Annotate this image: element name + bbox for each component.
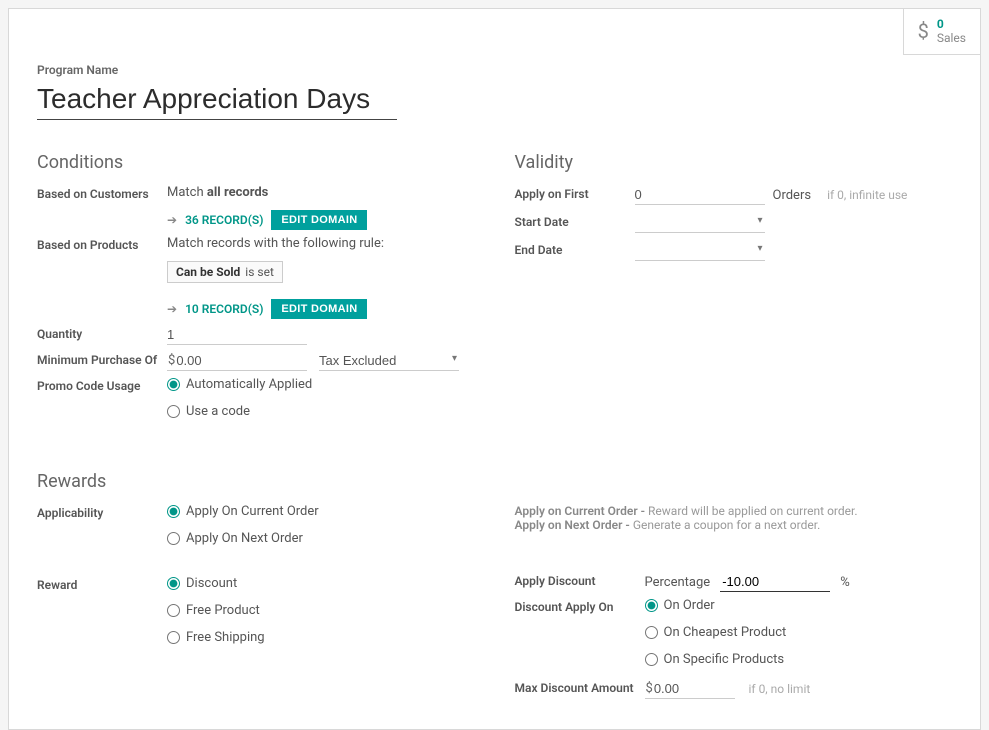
currency-prefix-max: $ bbox=[645, 679, 654, 698]
promo-code-label: Promo Code Usage bbox=[37, 377, 167, 393]
edit-domain-customers-button[interactable]: EDIT DOMAIN bbox=[271, 210, 367, 230]
on-order-label[interactable]: On Order bbox=[664, 598, 715, 613]
on-cheapest-label[interactable]: On Cheapest Product bbox=[664, 625, 787, 640]
promo-code-option-label[interactable]: Use a code bbox=[186, 404, 250, 419]
promo-code-radio[interactable] bbox=[167, 405, 180, 418]
max-disc-label: Max Discount Amount bbox=[515, 679, 645, 695]
form-sheet: $ 0 Sales Program Name Conditions Based … bbox=[8, 8, 981, 730]
currency-prefix: $ bbox=[167, 351, 176, 370]
arrow-right-icon: ➔ bbox=[167, 302, 177, 316]
apply-first-hint: if 0, infinite use bbox=[827, 188, 907, 202]
disc-apply-on-label: Discount Apply On bbox=[515, 598, 645, 614]
hint-next: Apply on Next Order - Generate a coupon … bbox=[515, 518, 953, 532]
apply-next-label[interactable]: Apply On Next Order bbox=[186, 531, 303, 546]
products-records-link[interactable]: 10 RECORD(S) bbox=[185, 302, 263, 316]
validity-header: Validity bbox=[515, 152, 953, 173]
quantity-input[interactable] bbox=[167, 325, 307, 345]
min-purchase-input[interactable] bbox=[176, 353, 286, 368]
apply-next-radio[interactable] bbox=[167, 532, 180, 545]
on-specific-label[interactable]: On Specific Products bbox=[664, 652, 785, 667]
stat-count: 0 bbox=[937, 17, 966, 31]
promo-auto-radio[interactable] bbox=[167, 378, 180, 391]
rewards-right: Apply on Current Order - Reward will be … bbox=[515, 504, 953, 705]
percentage-label: Percentage bbox=[645, 575, 711, 590]
reward-discount-label[interactable]: Discount bbox=[186, 576, 237, 591]
on-cheapest-radio[interactable] bbox=[645, 626, 658, 639]
based-products-label: Based on Products bbox=[37, 236, 167, 252]
min-purchase-label: Minimum Purchase Of bbox=[37, 351, 167, 367]
percent-symbol: % bbox=[840, 575, 850, 590]
program-label: Program Name bbox=[37, 63, 952, 77]
tax-select[interactable]: Tax Excluded bbox=[319, 351, 459, 371]
conditions-header: Conditions bbox=[37, 152, 475, 173]
customers-match: Match all records bbox=[167, 185, 475, 200]
reward-freeship-radio[interactable] bbox=[167, 631, 180, 644]
validity-section: Validity Apply on First Orders if 0, inf… bbox=[515, 152, 953, 431]
reward-freeship-label[interactable]: Free Shipping bbox=[186, 630, 265, 645]
apply-first-input[interactable] bbox=[635, 185, 765, 205]
customers-records-link[interactable]: 36 RECORD(S) bbox=[185, 213, 263, 227]
arrow-right-icon: ➔ bbox=[167, 213, 177, 227]
apply-first-suffix: Orders bbox=[773, 188, 812, 203]
end-date-input[interactable] bbox=[635, 241, 765, 261]
start-date-input[interactable] bbox=[635, 213, 765, 233]
products-match-text: Match records with the following rule: bbox=[167, 236, 475, 251]
promo-auto-label[interactable]: Automatically Applied bbox=[186, 377, 312, 392]
stat-label: Sales bbox=[937, 31, 966, 45]
apply-discount-label: Apply Discount bbox=[515, 572, 645, 588]
based-customers-label: Based on Customers bbox=[37, 185, 167, 201]
applicability-label: Applicability bbox=[37, 504, 167, 520]
program-name-input[interactable] bbox=[37, 79, 397, 120]
reward-freeproduct-label[interactable]: Free Product bbox=[186, 603, 260, 618]
on-order-radio[interactable] bbox=[645, 599, 658, 612]
on-specific-radio[interactable] bbox=[645, 653, 658, 666]
reward-label: Reward bbox=[37, 576, 167, 592]
reward-discount-radio[interactable] bbox=[167, 577, 180, 590]
apply-first-label: Apply on First bbox=[515, 185, 635, 201]
rewards-left: Applicability Apply On Current Order App… bbox=[37, 504, 475, 705]
max-disc-hint: if 0, no limit bbox=[749, 682, 811, 696]
conditions-section: Conditions Based on Customers Match all … bbox=[37, 152, 475, 431]
discount-value-input[interactable] bbox=[720, 572, 830, 592]
quantity-label: Quantity bbox=[37, 325, 167, 341]
apply-current-label[interactable]: Apply On Current Order bbox=[186, 504, 319, 519]
edit-domain-products-button[interactable]: EDIT DOMAIN bbox=[271, 299, 367, 319]
start-date-label: Start Date bbox=[515, 213, 635, 229]
reward-freeproduct-radio[interactable] bbox=[167, 604, 180, 617]
end-date-label: End Date bbox=[515, 241, 635, 257]
apply-current-radio[interactable] bbox=[167, 505, 180, 518]
rule-chip: Can be Sold is set bbox=[167, 261, 283, 283]
max-disc-input[interactable] bbox=[654, 681, 724, 696]
hint-current: Apply on Current Order - Reward will be … bbox=[515, 504, 953, 518]
dollar-icon: $ bbox=[918, 19, 929, 43]
stat-sales[interactable]: $ 0 Sales bbox=[903, 9, 980, 55]
rewards-header: Rewards bbox=[37, 471, 952, 492]
